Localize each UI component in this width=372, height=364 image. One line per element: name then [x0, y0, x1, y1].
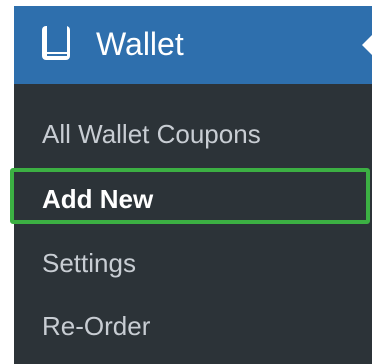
submenu-item-re-order[interactable]: Re-Order — [14, 298, 372, 354]
submenu-item-add-new[interactable]: Add New — [14, 171, 372, 227]
submenu-item-all-wallet-coupons[interactable]: All Wallet Coupons — [14, 106, 372, 162]
wallet-menu-header[interactable]: Wallet — [14, 6, 372, 84]
submenu-item-settings[interactable]: Settings — [14, 235, 372, 291]
current-menu-arrow-icon — [362, 35, 372, 55]
wallet-menu-title: Wallet — [96, 26, 184, 62]
wallet-admin-menu: Wallet All Wallet Coupons Add New Settin… — [14, 6, 372, 364]
wallet-book-icon — [42, 26, 70, 60]
